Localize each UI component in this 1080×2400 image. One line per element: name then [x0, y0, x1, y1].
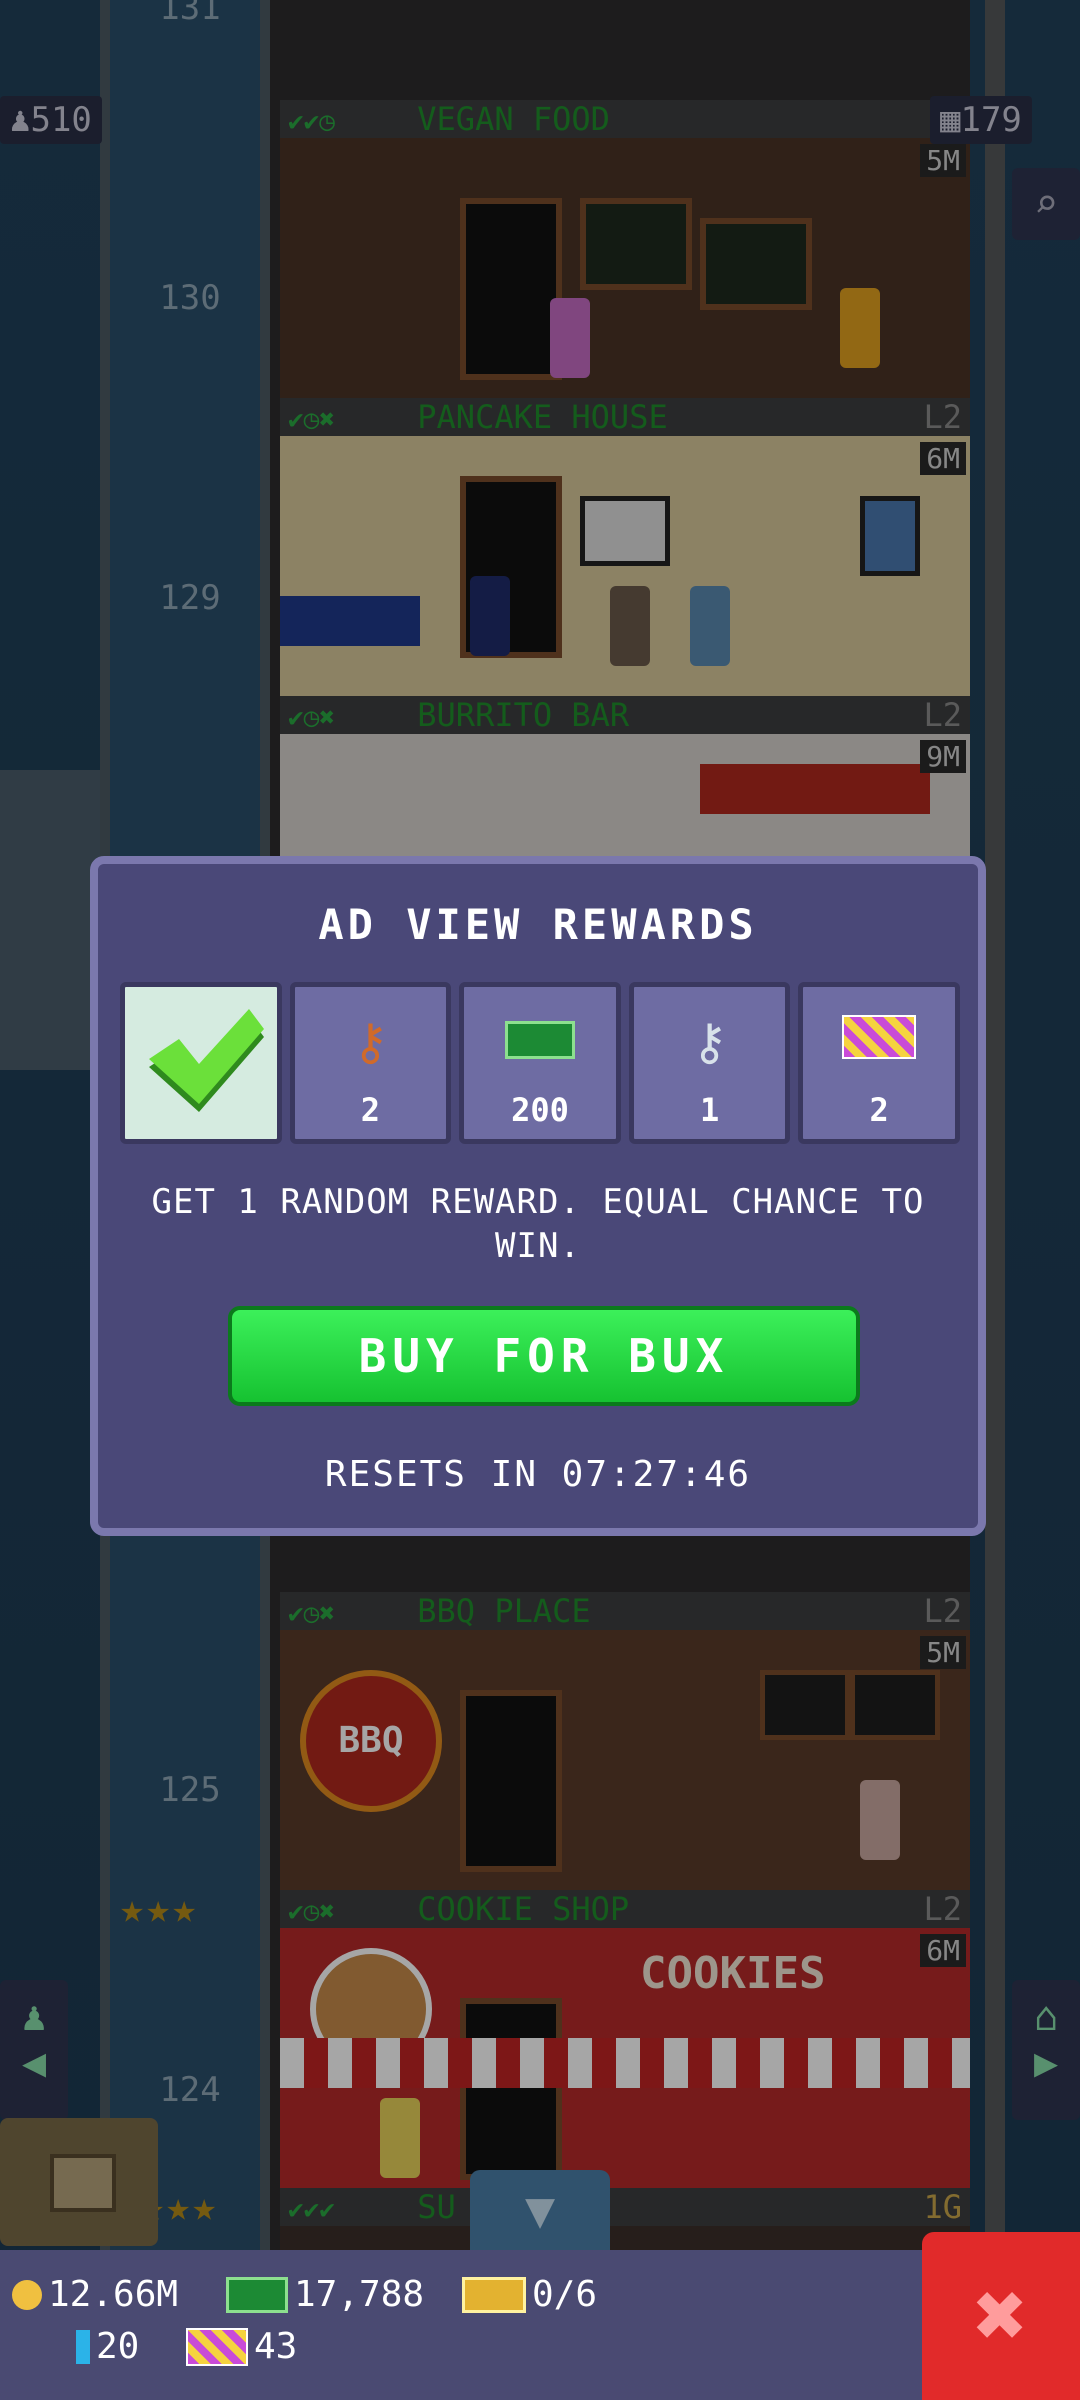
bux-icon [226, 2276, 288, 2313]
close-icon: ✖ [973, 2263, 1029, 2368]
close-button[interactable]: ✖ [922, 2232, 1080, 2400]
bux-icon [464, 1013, 616, 1071]
reward-slot-bux[interactable]: 200 [459, 982, 621, 1144]
check-icon [149, 1009, 264, 1112]
reward-quantity: 200 [511, 1091, 569, 1129]
coins-stat[interactable]: 12.66M [12, 2274, 178, 2315]
silver-key-icon: ⚷ [691, 1013, 728, 1071]
gems-stat[interactable]: 20 [76, 2326, 139, 2367]
bronze-key-icon: ⚷ [352, 1013, 389, 1071]
reward-slot-silver-key[interactable]: ⚷ 1 [628, 982, 791, 1144]
dialog-title: AD VIEW REWARDS [318, 900, 758, 949]
bux-stat[interactable]: 17,788 [226, 2274, 424, 2315]
coin-icon [12, 2279, 42, 2310]
reward-quantity: 2 [869, 1091, 889, 1129]
bux-value: 17,788 [294, 2274, 425, 2315]
gem-icon [76, 2329, 90, 2364]
reward-quantity: 2 [360, 1091, 381, 1129]
tower-bux-ticket-icon [803, 1013, 955, 1071]
rewards-row: ⚷ 2 200 ⚷ 1 2 [120, 982, 960, 1144]
tower-bux-icon [186, 2327, 248, 2366]
dialog-description: GET 1 RANDOM REWARD. EQUAL CHANCE TO WIN… [151, 1182, 925, 1266]
coins-value: 12.66M [48, 2274, 179, 2315]
reward-slot-tower-bux[interactable]: 2 [798, 982, 960, 1144]
tower-bux-stat[interactable]: 43 [186, 2326, 297, 2367]
ad-view-rewards-dialog: AD VIEW REWARDS ⚷ 2 200 ⚷ 1 2 GET 1 RAND… [90, 856, 986, 1536]
reward-slot-claimed[interactable] [120, 982, 282, 1144]
tickets-value: 0/6 [532, 2274, 598, 2315]
ticket-icon [462, 2276, 526, 2313]
tower-bux-value: 43 [254, 2326, 298, 2367]
bottom-status-bar: 12.66M 17,788 0/6 20 43 [0, 2250, 1080, 2400]
reward-slot-bronze-key[interactable]: ⚷ 2 [289, 982, 452, 1144]
gems-value: 20 [96, 2326, 140, 2367]
reset-timer: RESETS IN 07:27:46 [324, 1454, 752, 1495]
reward-quantity: 1 [699, 1091, 720, 1129]
buy-for-bux-button[interactable]: BUY FOR BUX [228, 1306, 860, 1406]
tickets-stat[interactable]: 0/6 [462, 2274, 597, 2315]
